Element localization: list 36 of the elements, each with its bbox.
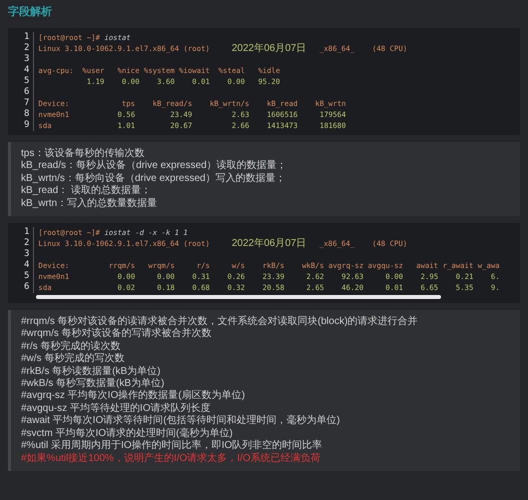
note-text: #w/s 每秒完成的写次数: [21, 353, 124, 366]
note-text: #svctm 平均每次IO请求的处理时间(毫秒为单位): [21, 428, 233, 440]
note-text: #%util 采用周期内用于IO操作的时间比率，即IO队列非空的时间比率: [21, 440, 322, 452]
line-number: 6: [24, 282, 30, 294]
line-number: 5: [24, 76, 30, 87]
section-heading: 字段解析: [8, 4, 52, 20]
note-text: kB_wrtn/s：每秒向设备（drive expressed）写入的数据量；: [21, 172, 286, 184]
line-number: 1: [24, 32, 30, 43]
note-text: kB_read/s：每秒从设备（drive expressed）读取的数据量；: [21, 160, 287, 172]
line-number: 3: [24, 54, 30, 65]
note-text: #rkB/s 每秒读数据量(kB为单位): [21, 366, 160, 378]
note-text: kB_read： 读取的总数据量；: [21, 185, 152, 198]
code-text: 2022年06月07日: [232, 43, 306, 54]
code-text: 2022年06月07日: [232, 238, 306, 250]
line-number: 5: [24, 271, 30, 282]
line-number: 8: [24, 109, 30, 120]
line-number: 4: [24, 260, 30, 272]
note-text: #如果%util接近100%，说明产生的I/O请求太多，I/O系统已经满负荷: [21, 452, 320, 465]
line-number: 6: [24, 87, 30, 98]
line-number: 9: [24, 120, 30, 131]
line-number: 3: [24, 249, 30, 260]
scrollbar-thumb[interactable]: [36, 295, 441, 300]
note-text: #wrqm/s 每秒对该设备的写请求被合并次数: [21, 328, 212, 340]
note-text: kB_wrtn：写入的总数量数据量: [21, 198, 158, 210]
note-text: #wkB/s 每秒写数据量(kB为单位): [21, 378, 164, 390]
line-number: 4: [24, 65, 30, 76]
note-text: #await 平均每次IO请求等待时间(包括等待时间和处理时间，毫秒为单位): [21, 415, 340, 428]
note-text: tps：该设备每秒的传输次数: [21, 148, 144, 160]
note-text: #r/s 每秒完成的读次数: [21, 340, 120, 352]
note-text: #rrqm/s 每秒对该设备的读请求被合并次数，文件系统会对读取同块(block)的请求进行合并: [21, 316, 418, 328]
note-text: #avgqu-sz 平均等待处理的IO请求队列长度: [21, 402, 210, 414]
line-number: 1: [24, 227, 30, 238]
line-number: 2: [24, 43, 30, 54]
line-number: 7: [24, 98, 30, 109]
line-number: 2: [24, 238, 30, 249]
note-text: #avgrq-sz 平均每次IO操作的数据量(扇区数为单位): [21, 390, 245, 402]
